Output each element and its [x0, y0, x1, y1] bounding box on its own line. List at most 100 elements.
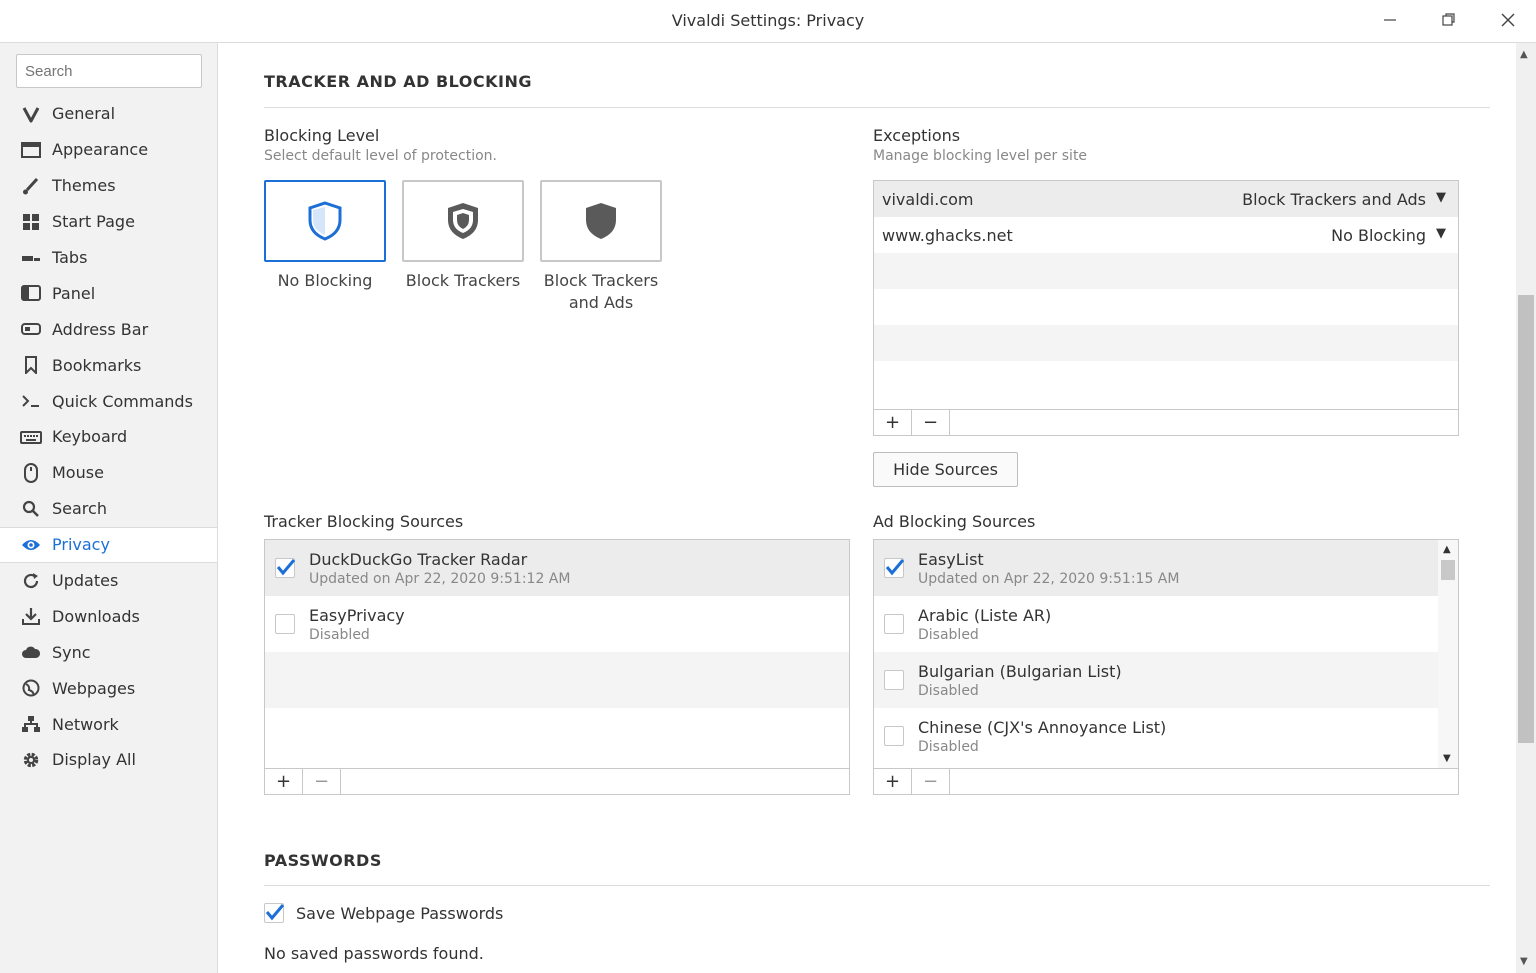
sidebar-item-label: Search [52, 499, 107, 519]
sidebar-item-quick-commands[interactable]: Quick Commands [0, 383, 217, 419]
source-status: Disabled [309, 627, 370, 643]
add-ad-source-button[interactable]: + [874, 769, 912, 794]
sidebar-item-updates[interactable]: Updates [0, 563, 217, 599]
source-row[interactable]: DuckDuckGo Tracker Radar Updated on Apr … [265, 540, 849, 596]
close-button[interactable] [1488, 6, 1528, 34]
sidebar-item-sync[interactable]: Sync [0, 634, 217, 670]
source-name: Bulgarian (Bulgarian List) [918, 662, 1122, 681]
sidebar-item-label: Start Page [52, 212, 135, 232]
minimize-button[interactable] [1370, 6, 1410, 34]
checkmark-icon [265, 904, 285, 921]
empty-row [874, 253, 1458, 289]
scroll-down-icon[interactable]: ▼ [1520, 956, 1528, 967]
title-bar: Vivaldi Settings: Privacy [0, 0, 1536, 43]
sidebar-item-webpages[interactable]: Webpages [0, 670, 217, 706]
ad-sources-list[interactable]: EasyList Updated on Apr 22, 2020 9:51:15… [873, 539, 1459, 769]
exceptions-subtitle: Manage blocking level per site [873, 148, 1088, 164]
scroll-up-icon[interactable]: ▲ [1520, 49, 1528, 60]
page-scrollbar[interactable]: ▲ ▼ [1516, 43, 1536, 973]
add-exception-button[interactable]: + [874, 410, 912, 435]
sidebar-item-label: Bookmarks [52, 355, 142, 375]
sidebar-item-appearance[interactable]: Appearance [0, 132, 217, 168]
refresh-icon [20, 570, 42, 592]
sidebar-item-label: Sync [52, 642, 91, 662]
sidebar-item-label: Appearance [52, 140, 149, 160]
level-block-trackers-card[interactable] [402, 180, 524, 262]
sidebar-item-general[interactable]: General [0, 96, 217, 132]
source-row[interactable]: Bulgarian (Bulgarian List) Disabled [874, 652, 1438, 708]
network-icon [20, 713, 42, 735]
scroll-thumb[interactable] [1518, 295, 1534, 743]
level-block-trackers-label: Block Trackers [405, 271, 521, 290]
source-checkbox[interactable] [884, 670, 904, 690]
section-title-passwords: PASSWORDS [264, 851, 382, 870]
hide-sources-button[interactable]: Hide Sources [873, 452, 1018, 487]
level-no-blocking-card[interactable] [264, 180, 386, 262]
source-checkbox[interactable] [275, 558, 296, 578]
scroll-thumb[interactable] [1441, 560, 1455, 580]
empty-row [265, 652, 849, 708]
search-icon [20, 498, 42, 520]
brush-icon [20, 175, 42, 197]
exceptions-list[interactable]: vivaldi.com Block Trackers and Ads ▼ www… [873, 180, 1459, 410]
sidebar-item-display-all[interactable]: Display All [0, 742, 217, 778]
shield-half-icon [448, 203, 478, 239]
source-checkbox[interactable] [884, 614, 904, 634]
sidebar-item-bookmarks[interactable]: Bookmarks [0, 347, 217, 383]
source-checkbox[interactable] [275, 614, 295, 634]
source-row[interactable]: Arabic (Liste AR) Disabled [874, 596, 1438, 652]
ad-sources-title: Ad Blocking Sources [873, 512, 1036, 531]
gear-icon [20, 749, 42, 771]
scroll-up-icon[interactable]: ▲ [1443, 544, 1451, 555]
sidebar-item-privacy[interactable]: Privacy [0, 526, 217, 563]
sidebar-nav: General Appearance Themes Start Page Tab… [0, 96, 217, 778]
sidebar-item-label: Address Bar [52, 319, 149, 339]
scroll-down-icon[interactable]: ▼ [1443, 753, 1451, 764]
empty-row [874, 361, 1458, 397]
save-passwords-checkbox[interactable] [264, 903, 285, 923]
sidebar-item-label: Panel [52, 283, 96, 303]
source-checkbox[interactable] [884, 726, 904, 746]
restore-button[interactable] [1429, 6, 1469, 34]
exception-level-select[interactable]: No Blocking [1331, 226, 1426, 245]
sidebar-item-themes[interactable]: Themes [0, 168, 217, 204]
sidebar-item-search[interactable]: Search [0, 491, 217, 527]
level-block-all-card[interactable] [540, 180, 662, 262]
sidebar-item-panel[interactable]: Panel [0, 275, 217, 311]
source-checkbox[interactable] [884, 558, 905, 578]
exception-row[interactable]: www.ghacks.net No Blocking ▼ [874, 217, 1458, 253]
sidebar-item-label: Themes [52, 176, 116, 196]
source-name: EasyList [918, 550, 984, 569]
sidebar-item-start-page[interactable]: Start Page [0, 204, 217, 240]
remove-tracker-source-button[interactable]: − [303, 769, 341, 794]
empty-row [874, 289, 1458, 325]
sidebar-item-address-bar[interactable]: Address Bar [0, 311, 217, 347]
add-tracker-source-button[interactable]: + [265, 769, 303, 794]
section-title-tracker: TRACKER AND AD BLOCKING [264, 72, 532, 91]
sidebar-item-tabs[interactable]: Tabs [0, 240, 217, 276]
sidebar-item-mouse[interactable]: Mouse [0, 455, 217, 491]
tracker-sources-list[interactable]: DuckDuckGo Tracker Radar Updated on Apr … [264, 539, 850, 769]
source-row[interactable]: EasyList Updated on Apr 22, 2020 9:51:15… [874, 540, 1438, 596]
exception-row[interactable]: vivaldi.com Block Trackers and Ads ▼ [874, 181, 1458, 217]
exception-level-select[interactable]: Block Trackers and Ads [1242, 190, 1426, 209]
exceptions-toolbar: + − [873, 410, 1459, 436]
sidebar-item-label: Tabs [52, 248, 88, 267]
search-input[interactable] [16, 54, 202, 88]
remove-exception-button[interactable]: − [912, 410, 950, 435]
ad-sources-scrollbar[interactable]: ▲ ▼ [1438, 540, 1458, 768]
source-row[interactable]: Chinese (CJX's Annoyance List) Disabled [874, 708, 1438, 764]
sidebar-item-label: Downloads [52, 606, 140, 626]
tabs-icon [20, 247, 42, 269]
sidebar-item-downloads[interactable]: Downloads [0, 598, 217, 634]
sidebar-item-network[interactable]: Network [0, 706, 217, 742]
source-row[interactable]: EasyPrivacy Disabled [265, 596, 849, 652]
settings-content: TRACKER AND AD BLOCKING Blocking Level S… [218, 43, 1518, 973]
bookmark-icon [20, 354, 42, 376]
globe-icon [20, 677, 42, 699]
level-no-blocking-label: No Blocking [277, 271, 373, 290]
remove-ad-source-button[interactable]: − [912, 769, 950, 794]
checkmark-icon [885, 559, 905, 576]
sidebar-item-label: General [52, 104, 116, 124]
sidebar-item-keyboard[interactable]: Keyboard [0, 419, 217, 455]
